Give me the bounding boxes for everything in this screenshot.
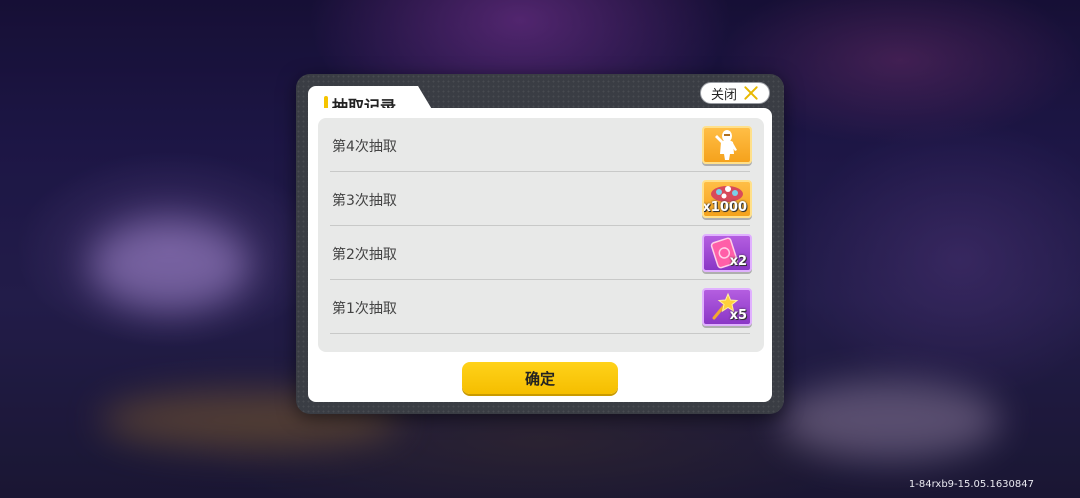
record-label: 第1次抽取 [332, 301, 397, 317]
close-button[interactable]: 关闭 [700, 82, 770, 104]
item-count: x2 [729, 254, 747, 269]
item-count: x5 [729, 308, 747, 323]
character-icon[interactable] [702, 126, 752, 164]
background-glow [780, 380, 1000, 460]
gem-pile-icon[interactable]: x1000 [702, 180, 752, 218]
record-label: 第3次抽取 [332, 193, 397, 209]
pink-card-icon[interactable]: x2 [702, 234, 752, 272]
confirm-button[interactable]: 确定 [462, 362, 618, 394]
close-icon [743, 85, 759, 101]
background-glow [90, 220, 250, 310]
close-label: 关闭 [710, 87, 737, 103]
item-count: x1000 [702, 200, 747, 215]
record-row: 第4次抽取 [330, 118, 752, 172]
draw-record-dialog: 抽取记录 关闭 第4次抽取 第3次抽取 x1000 第2次抽取 x2 第1次抽取… [296, 74, 784, 414]
record-row: 第2次抽取 x2 [330, 226, 752, 280]
star-wand-icon[interactable]: x5 [702, 288, 752, 326]
record-row: 第1次抽取 x5 [330, 280, 752, 334]
record-label: 第4次抽取 [332, 139, 397, 155]
record-row: 第3次抽取 x1000 [330, 172, 752, 226]
record-list: 第4次抽取 第3次抽取 x1000 第2次抽取 x2 第1次抽取 x5 [318, 118, 764, 352]
version-text: 1-84rxb9-15.05.1630847 [908, 479, 1034, 490]
record-label: 第2次抽取 [332, 247, 397, 263]
dialog-panel: 第4次抽取 第3次抽取 x1000 第2次抽取 x2 第1次抽取 x5 确定 [308, 108, 772, 402]
